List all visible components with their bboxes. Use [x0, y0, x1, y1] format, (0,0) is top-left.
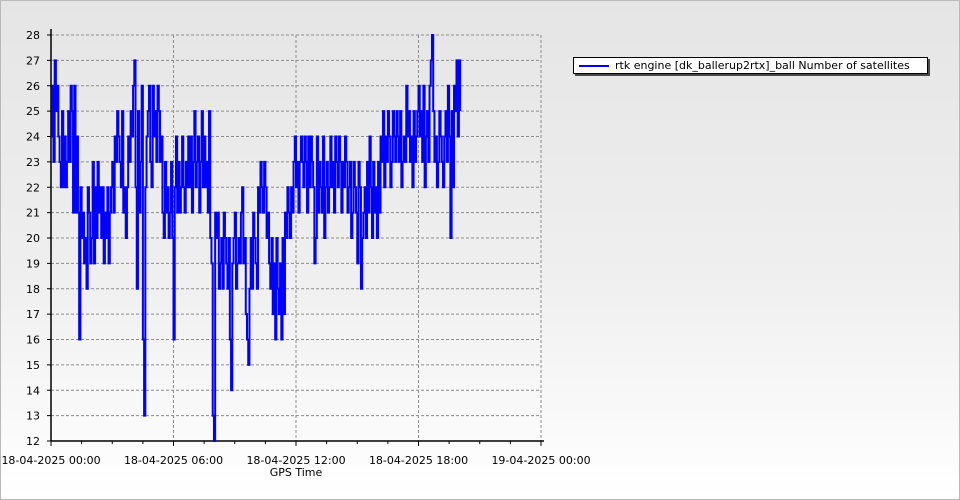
- line-chart: 12 13 14 15 16 17 18 19 20 21 22 23 24 25 26 27 28 18-04…: [1, 29, 591, 479]
- x-tick-label: 18-04-2025 18:00: [369, 454, 468, 467]
- y-tick-label: 15: [26, 359, 40, 372]
- y-tick-label: 12: [26, 435, 40, 448]
- x-tick-label: 19-04-2025 00:00: [491, 454, 590, 467]
- y-tick-label: 24: [26, 131, 40, 144]
- y-tick-label: 16: [26, 334, 40, 347]
- y-tick-label: 19: [26, 257, 40, 270]
- y-tick-label: 14: [26, 384, 40, 397]
- legend: rtk engine [dk_ballerup2rtx]_ball Number…: [573, 57, 928, 74]
- legend-label: rtk engine [dk_ballerup2rtx]_ball Number…: [615, 59, 910, 72]
- y-axis-ticks: 12 13 14 15 16 17 18 19 20 21 22 23 24 25 26 27 28: [26, 29, 51, 448]
- y-tick-label: 22: [26, 181, 40, 194]
- x-tick-label: 18-04-2025 00:00: [1, 454, 100, 467]
- gridlines: [51, 34, 542, 441]
- x-axis-label: GPS Time: [270, 466, 323, 479]
- x-tick-label: 18-04-2025 06:00: [124, 454, 223, 467]
- x-axis-ticks: 18-04-2025 00:00 18-04-2025 06:00 18-04-20…: [1, 441, 591, 467]
- legend-swatch: [579, 64, 609, 67]
- y-tick-label: 23: [26, 156, 40, 169]
- y-tick-label: 13: [26, 410, 40, 423]
- y-tick-label: 28: [26, 29, 40, 42]
- y-tick-label: 18: [26, 283, 40, 296]
- y-tick-label: 25: [26, 105, 40, 118]
- y-tick-label: 26: [26, 80, 40, 93]
- y-tick-label: 21: [26, 207, 40, 220]
- y-tick-label: 17: [26, 308, 40, 321]
- y-tick-label: 20: [26, 232, 40, 245]
- y-tick-label: 27: [26, 54, 40, 67]
